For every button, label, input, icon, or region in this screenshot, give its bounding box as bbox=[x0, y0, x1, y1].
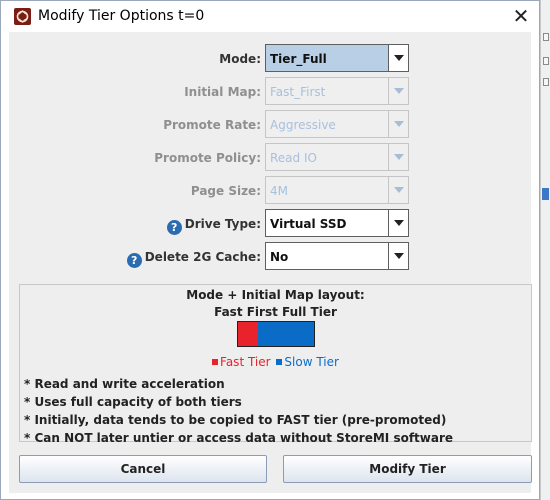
chevron-down-icon[interactable] bbox=[388, 144, 408, 170]
modify-tier-dialog: Modify Tier Options t=0 ✕ Mode: Tier_Ful… bbox=[0, 0, 540, 500]
slow-tier-legend: Slow Tier bbox=[284, 355, 339, 369]
page-size-select[interactable]: 4M bbox=[265, 176, 409, 204]
background-checkbox-icon bbox=[543, 33, 549, 41]
fast-tier-swatch-icon bbox=[212, 359, 219, 365]
initial-map-row: Initial Map: Fast_First bbox=[9, 77, 531, 107]
chevron-down-icon[interactable] bbox=[388, 111, 408, 137]
delete-cache-label: Delete 2G Cache: bbox=[144, 250, 261, 264]
drive-type-select[interactable]: Virtual SSD bbox=[265, 209, 409, 237]
layout-subtitle: Fast First Full Tier bbox=[214, 305, 337, 319]
tier-layout-bar bbox=[237, 321, 315, 347]
note-item: * Can NOT later untier or access data wi… bbox=[24, 431, 454, 445]
promote-rate-value: Aggressive bbox=[270, 118, 336, 132]
window-title: Modify Tier Options t=0 bbox=[38, 8, 205, 24]
modify-tier-button[interactable]: Modify Tier bbox=[283, 455, 532, 483]
layout-notes: * Read and write acceleration * Uses ful… bbox=[24, 375, 453, 447]
mode-value: Tier_Full bbox=[270, 52, 327, 66]
layout-panel: Mode + Initial Map layout: Fast First Fu… bbox=[19, 284, 532, 445]
mode-row: Mode: Tier_Full bbox=[9, 44, 531, 74]
delete-cache-value: No bbox=[270, 250, 289, 264]
drive-type-row: ? Drive Type: Virtual SSD bbox=[9, 209, 531, 239]
help-icon[interactable]: ? bbox=[166, 220, 182, 235]
promote-rate-select[interactable]: Aggressive bbox=[265, 110, 409, 138]
drive-type-label-group: ? Drive Type: bbox=[166, 217, 261, 235]
delete-cache-row: ? Delete 2G Cache: No bbox=[9, 242, 531, 272]
background-checkbox-icon bbox=[543, 78, 549, 86]
mode-label: Mode: bbox=[219, 52, 261, 66]
page-size-row: Page Size: 4M bbox=[9, 176, 531, 206]
page-size-label: Page Size: bbox=[190, 184, 261, 198]
fast-tier-legend: Fast Tier bbox=[220, 355, 271, 369]
chevron-down-icon[interactable] bbox=[388, 177, 408, 203]
chevron-down-icon[interactable] bbox=[388, 78, 408, 104]
note-item: * Read and write acceleration bbox=[24, 377, 225, 391]
chevron-down-icon[interactable] bbox=[388, 243, 408, 269]
storemi-app-icon bbox=[14, 8, 31, 25]
background-blue-marker bbox=[542, 188, 549, 200]
note-item: * Uses full capacity of both tiers bbox=[24, 395, 242, 409]
drive-type-label: Drive Type: bbox=[184, 217, 261, 231]
initial-map-value: Fast_First bbox=[270, 85, 326, 99]
promote-policy-select[interactable]: Read IO bbox=[265, 143, 409, 171]
fast-tier-segment bbox=[238, 322, 258, 346]
promote-rate-label: Promote Rate: bbox=[163, 118, 261, 132]
cancel-button[interactable]: Cancel bbox=[19, 455, 267, 483]
help-icon[interactable]: ? bbox=[126, 253, 142, 268]
slow-tier-segment bbox=[257, 322, 314, 346]
page-size-value: 4M bbox=[270, 184, 288, 198]
initial-map-select[interactable]: Fast_First bbox=[265, 77, 409, 105]
tier-legend: Fast Tier Slow Tier bbox=[20, 355, 531, 369]
background-window bbox=[540, 0, 550, 500]
delete-cache-label-group: ? Delete 2G Cache: bbox=[126, 250, 261, 268]
promote-rate-row: Promote Rate: Aggressive bbox=[9, 110, 531, 140]
promote-policy-row: Promote Policy: Read IO bbox=[9, 143, 531, 173]
chevron-down-icon[interactable] bbox=[388, 45, 408, 71]
initial-map-label: Initial Map: bbox=[184, 85, 261, 99]
slow-tier-swatch-icon bbox=[276, 359, 283, 365]
drive-type-value: Virtual SSD bbox=[270, 217, 347, 231]
layout-title: Mode + Initial Map layout: bbox=[186, 288, 365, 302]
dialog-content: Mode: Tier_Full Initial Map: Fast_First … bbox=[9, 32, 532, 493]
chevron-down-icon[interactable] bbox=[388, 210, 408, 236]
delete-cache-select[interactable]: No bbox=[265, 242, 409, 270]
close-icon[interactable]: ✕ bbox=[509, 4, 533, 28]
note-item: * Initially, data tends to be copied to … bbox=[24, 413, 447, 427]
promote-policy-value: Read IO bbox=[270, 151, 317, 165]
mode-select[interactable]: Tier_Full bbox=[265, 44, 409, 72]
promote-policy-label: Promote Policy: bbox=[154, 151, 261, 165]
background-checkbox-icon bbox=[543, 57, 549, 65]
title-bar[interactable]: Modify Tier Options t=0 ✕ bbox=[1, 1, 539, 32]
